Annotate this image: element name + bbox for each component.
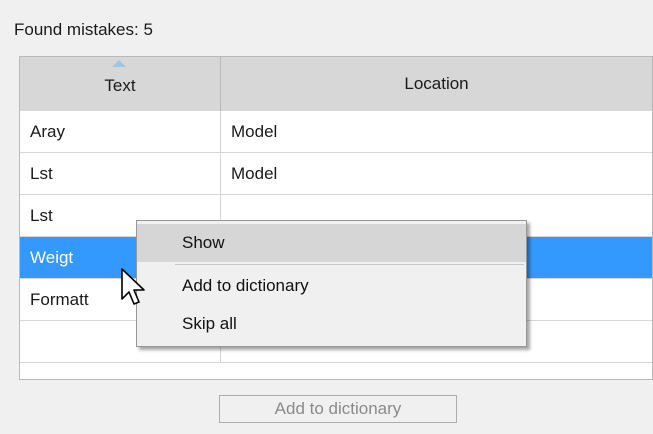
- cell-text: Aray: [20, 111, 221, 152]
- context-menu: Show Add to dictionary Skip all: [136, 220, 527, 347]
- column-header-location[interactable]: Location: [221, 57, 652, 111]
- context-menu-separator: [175, 264, 524, 265]
- cell-text: Lst: [20, 153, 221, 194]
- context-menu-item-skip-all[interactable]: Skip all: [137, 305, 526, 343]
- add-to-dictionary-button[interactable]: Add to dictionary: [219, 395, 457, 423]
- cell-location: Model: [231, 164, 278, 183]
- sort-up-arrow-icon: [112, 60, 126, 67]
- table-row[interactable]: Aray Model: [20, 111, 652, 153]
- context-menu-item-show[interactable]: Show: [137, 224, 526, 262]
- table-row[interactable]: Lst Model: [20, 153, 652, 195]
- column-header-text[interactable]: Text: [20, 57, 221, 111]
- found-mistakes-label: Found mistakes: 5: [14, 20, 153, 39]
- column-header-location-label: Location: [404, 74, 469, 93]
- context-menu-item-add-to-dictionary[interactable]: Add to dictionary: [137, 267, 526, 305]
- mouse-pointer-icon: [121, 268, 145, 305]
- grid-header: Text Location: [20, 57, 652, 112]
- column-header-text-label: Text: [104, 76, 136, 95]
- cell-location: Model: [231, 122, 278, 141]
